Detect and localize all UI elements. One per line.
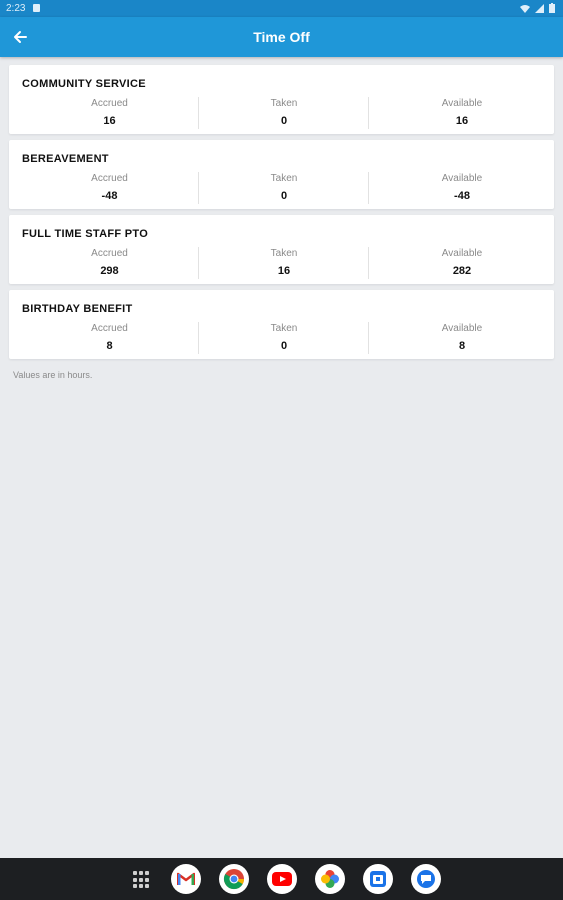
available-value: 16 <box>455 115 469 127</box>
time-off-card: BEREAVEMENT Accrued -48 Taken 0 Availabl… <box>9 140 554 209</box>
available-stat: Available 8 <box>368 322 555 354</box>
card-title: FULL TIME STAFF PTO <box>22 228 149 240</box>
taken-value: 16 <box>277 265 291 277</box>
accrued-stat: Accrued 8 <box>22 322 197 354</box>
status-icons <box>520 3 555 16</box>
time-off-list: COMMUNITY SERVICE Accrued 16 Taken 0 Ava… <box>9 65 554 365</box>
taken-value: 0 <box>280 190 288 202</box>
accrued-label: Accrued <box>91 173 128 184</box>
accrued-stat: Accrued 298 <box>22 247 197 279</box>
signal-icon <box>535 4 545 13</box>
units-footnote: Values are in hours. <box>13 370 93 380</box>
accrued-stat: Accrued 16 <box>22 97 197 129</box>
available-label: Available <box>441 323 483 334</box>
available-value: -48 <box>454 190 470 202</box>
accrued-value: -48 <box>101 190 118 202</box>
status-bar: 2:23 <box>0 0 563 17</box>
photos-glyph <box>321 870 339 888</box>
wifi-icon <box>520 5 531 13</box>
time-off-card: COMMUNITY SERVICE Accrued 16 Taken 0 Ava… <box>9 65 554 134</box>
taken-stat: Taken 0 <box>198 172 369 204</box>
youtube-glyph <box>272 872 292 886</box>
time-off-card: BIRTHDAY BENEFIT Accrued 8 Taken 0 Avail… <box>9 290 554 359</box>
taken-value: 0 <box>280 115 288 127</box>
chrome-glyph <box>223 869 245 890</box>
taken-label: Taken <box>270 248 298 259</box>
available-value: 282 <box>452 265 472 277</box>
calendar-glyph <box>370 871 386 887</box>
status-time: 2:23 <box>6 3 26 14</box>
accrued-stat: Accrued -48 <box>22 172 197 204</box>
accrued-label: Accrued <box>91 248 128 259</box>
accrued-value: 8 <box>106 340 113 352</box>
accrued-label: Accrued <box>91 323 128 334</box>
android-nav-bar <box>0 858 563 900</box>
messages-glyph <box>417 870 435 888</box>
back-button[interactable] <box>6 23 34 51</box>
arrow-left-icon <box>14 31 27 43</box>
taken-value: 0 <box>280 340 288 352</box>
youtube-icon[interactable] <box>267 864 297 894</box>
card-title: COMMUNITY SERVICE <box>22 78 146 90</box>
taken-label: Taken <box>270 98 298 109</box>
accrued-value: 16 <box>103 115 116 127</box>
available-value: 8 <box>458 340 466 352</box>
app-bar: Time Off <box>0 17 563 57</box>
accrued-value: 298 <box>100 265 119 277</box>
available-label: Available <box>441 98 483 109</box>
taken-stat: Taken 16 <box>198 247 369 279</box>
card-title: BEREAVEMENT <box>22 153 109 165</box>
time-off-card: FULL TIME STAFF PTO Accrued 298 Taken 16… <box>9 215 554 284</box>
app-drawer-icon[interactable] <box>133 871 151 889</box>
gmail-icon[interactable] <box>171 864 201 894</box>
photos-icon[interactable] <box>315 864 345 894</box>
available-label: Available <box>441 248 483 259</box>
card-title: BIRTHDAY BENEFIT <box>22 303 133 315</box>
calendar-app-icon[interactable] <box>363 864 393 894</box>
available-stat: Available 16 <box>368 97 555 129</box>
page-title: Time Off <box>253 29 310 45</box>
available-label: Available <box>441 173 483 184</box>
taken-label: Taken <box>270 323 298 334</box>
taken-stat: Taken 0 <box>198 322 369 354</box>
notification-icon <box>33 4 40 12</box>
available-stat: Available -48 <box>368 172 555 204</box>
battery-icon <box>549 3 555 13</box>
available-stat: Available 282 <box>368 247 555 279</box>
messages-icon[interactable] <box>411 864 441 894</box>
taken-label: Taken <box>270 173 298 184</box>
accrued-label: Accrued <box>91 98 128 109</box>
taken-stat: Taken 0 <box>198 97 369 129</box>
gmail-glyph <box>177 872 195 885</box>
chrome-icon[interactable] <box>219 864 249 894</box>
